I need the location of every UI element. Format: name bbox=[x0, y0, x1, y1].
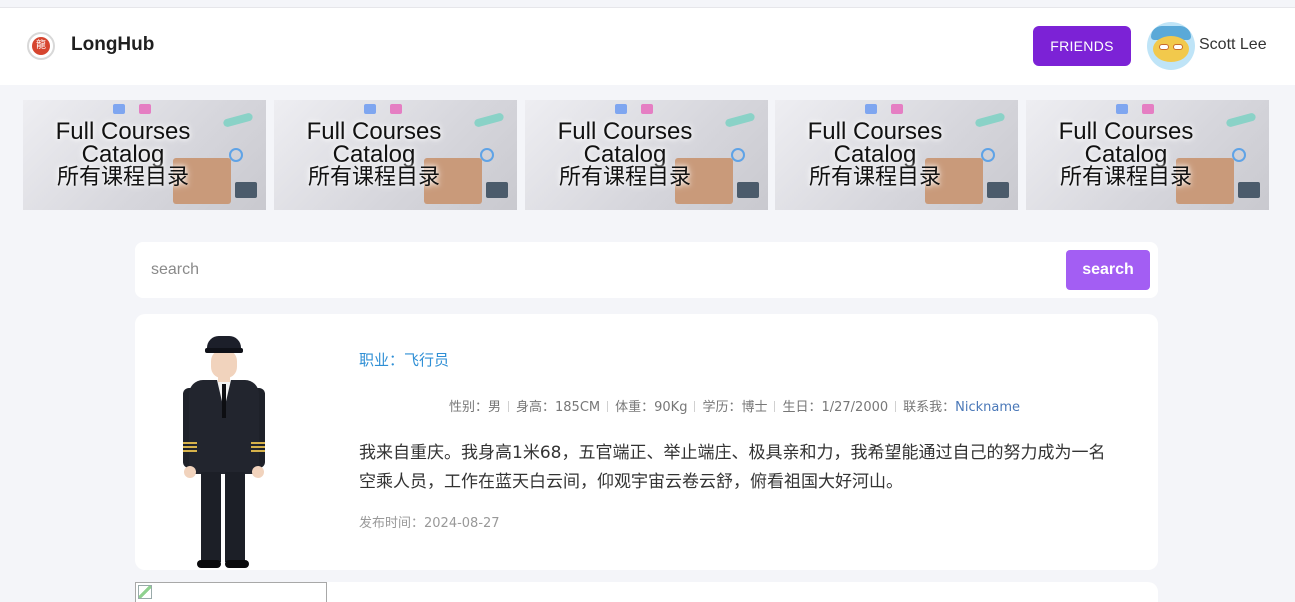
header: 龍 LongHub FRIENDS Scott Lee bbox=[0, 8, 1295, 85]
banner-title: Full Courses bbox=[306, 118, 442, 145]
top-border bbox=[0, 0, 1295, 8]
banner-cn-title: 所有课程目录 bbox=[1059, 165, 1192, 190]
banner-title: Full Courses bbox=[1058, 118, 1194, 145]
meta-education: 学历：博士 bbox=[702, 400, 768, 415]
banner-subtitle: Catalog bbox=[1084, 141, 1168, 168]
search-input[interactable] bbox=[135, 242, 1055, 298]
search-button[interactable]: search bbox=[1066, 250, 1150, 290]
banner-subtitle: Catalog bbox=[332, 141, 416, 168]
user-avatar[interactable] bbox=[1147, 22, 1195, 70]
profile-meta: 性别：男 身高：185CM 体重：90Kg 学历：博士 生日：1/27/2000 联系我：… bbox=[449, 396, 1020, 415]
username[interactable]: Scott Lee bbox=[1199, 36, 1267, 54]
contact-link[interactable]: Nickname bbox=[955, 400, 1020, 415]
course-banner[interactable]: Full Courses Catalog 所有课程目录 bbox=[23, 100, 266, 210]
banner-subtitle: Catalog bbox=[81, 141, 165, 168]
banner-subtitle: Catalog bbox=[583, 141, 667, 168]
course-banner[interactable]: Full Courses Catalog 所有课程目录 bbox=[1026, 100, 1269, 210]
search-bar: search bbox=[135, 242, 1158, 298]
broken-image bbox=[135, 582, 327, 602]
brand-logo-icon[interactable]: 龍 bbox=[27, 32, 55, 60]
banner-title: Full Courses bbox=[55, 118, 191, 145]
brand-name[interactable]: LongHub bbox=[71, 34, 154, 56]
banner-cn-title: 所有课程目录 bbox=[307, 165, 440, 190]
profile-description: 我来自重庆。我身高1米68，五官端正、举止端庄、极具亲和力，我希望能通过自己的努… bbox=[359, 443, 1106, 492]
banner-subtitle: Catalog bbox=[833, 141, 917, 168]
banner-title: Full Courses bbox=[557, 118, 693, 145]
course-banner[interactable]: Full Courses Catalog 所有课程目录 bbox=[274, 100, 517, 210]
banner-cn-title: 所有课程目录 bbox=[558, 165, 691, 190]
friends-button[interactable]: FRIENDS bbox=[1033, 26, 1131, 66]
banner-cn-title: 所有课程目录 bbox=[808, 165, 941, 190]
broken-image-icon bbox=[138, 585, 152, 599]
course-banner[interactable]: Full Courses Catalog 所有课程目录 bbox=[525, 100, 768, 210]
pilot-photo bbox=[183, 334, 265, 570]
banner-cn-title: 所有课程目录 bbox=[56, 165, 189, 190]
profile-job: 职业：飞行员 bbox=[359, 351, 450, 369]
meta-height: 身高：185CM bbox=[516, 400, 601, 415]
banner-title: Full Courses bbox=[807, 118, 943, 145]
course-banner[interactable]: Full Courses Catalog 所有课程目录 bbox=[775, 100, 1018, 210]
meta-contact-label: 联系我： bbox=[903, 400, 956, 415]
meta-weight: 体重：90Kg bbox=[615, 400, 688, 415]
publish-date: 发布时间：2024-08-27 bbox=[359, 516, 500, 531]
banner-strip: Full Courses Catalog 所有课程目录 Full Courses Ca… bbox=[23, 100, 1273, 210]
profile-card[interactable]: 职业：飞行员 性别：男 身高：185CM 体重：90Kg 学历：博士 生日：1/27/2… bbox=[135, 314, 1158, 570]
meta-birthday: 生日：1/27/2000 bbox=[782, 400, 889, 415]
meta-gender: 性别：男 bbox=[449, 400, 502, 415]
